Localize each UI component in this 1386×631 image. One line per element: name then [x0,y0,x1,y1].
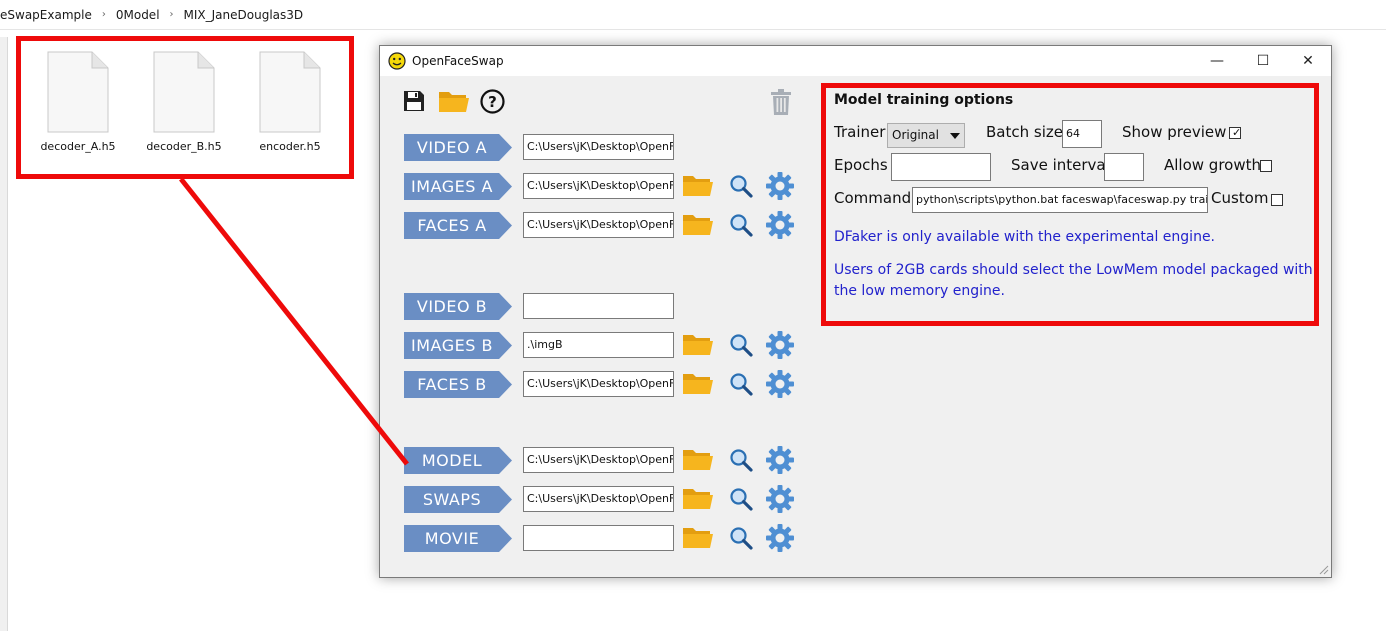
window-title: OpenFaceSwap [412,54,504,68]
search-icon[interactable] [729,174,753,202]
trash-icon[interactable] [769,88,793,116]
highlight-box-options [821,83,1319,326]
search-icon[interactable] [729,372,753,400]
breadcrumb-item[interactable]: eSwapExample [0,8,92,22]
label-model: MODEL [404,447,512,474]
label-movie: MOVIE [404,525,512,552]
folder-icon[interactable] [682,446,714,476]
help-icon[interactable]: ? [480,89,505,114]
path-input-video-b[interactable] [523,293,674,319]
open-folder-icon[interactable] [438,88,470,114]
gear-icon[interactable] [765,210,795,244]
path-input-images-a[interactable]: C:\Users\jK\Desktop\OpenF [523,173,674,199]
title-bar[interactable]: OpenFaceSwap — ☐ ✕ [380,46,1331,76]
minimize-button[interactable]: — [1194,46,1240,76]
breadcrumb-item[interactable]: 0Model [116,8,160,22]
chevron-right-icon: › [101,9,106,20]
maximize-button[interactable]: ☐ [1240,46,1286,76]
gear-icon[interactable] [765,445,795,479]
path-input-faces-a[interactable]: C:\Users\jK\Desktop\OpenF [523,212,674,238]
folder-icon[interactable] [682,485,714,515]
folder-icon[interactable] [682,370,714,400]
search-icon[interactable] [729,333,753,361]
folder-icon[interactable] [682,524,714,554]
path-input-images-b[interactable]: .\imgB [523,332,674,358]
navigation-pane-edge [0,37,8,631]
close-button[interactable]: ✕ [1285,46,1331,76]
gear-icon[interactable] [765,369,795,403]
resize-grip-icon[interactable] [1317,563,1329,575]
smiley-app-icon [388,52,406,70]
svg-text:?: ? [488,93,497,111]
label-video-b: VIDEO B [404,293,512,320]
search-icon[interactable] [729,487,753,515]
label-faces-b: FACES B [404,371,512,398]
path-input-movie[interactable] [523,525,674,551]
gear-icon[interactable] [765,523,795,557]
folder-icon[interactable] [682,331,714,361]
breadcrumb: eSwapExample › 0Model › MIX_JaneDouglas3… [0,0,1386,30]
chevron-right-icon: › [169,9,174,20]
gear-icon[interactable] [765,484,795,518]
path-input-swaps[interactable]: C:\Users\jK\Desktop\OpenF [523,486,674,512]
folder-icon[interactable] [682,172,714,202]
path-input-video-a[interactable]: C:\Users\jK\Desktop\OpenF [523,134,674,160]
path-input-model[interactable]: C:\Users\jK\Desktop\OpenF [523,447,674,473]
label-swaps: SWAPS [404,486,512,513]
gear-icon[interactable] [765,171,795,205]
search-icon[interactable] [729,526,753,554]
label-faces-a: FACES A [404,212,512,239]
label-images-b: IMAGES B [404,332,512,359]
save-icon[interactable] [403,90,425,112]
folder-icon[interactable] [682,211,714,241]
search-icon[interactable] [729,213,753,241]
label-video-a: VIDEO A [404,134,512,161]
search-icon[interactable] [729,448,753,476]
highlight-box-files [16,36,354,179]
label-images-a: IMAGES A [404,173,512,200]
breadcrumb-item[interactable]: MIX_JaneDouglas3D [184,8,304,22]
path-input-faces-b[interactable]: C:\Users\jK\Desktop\OpenF [523,371,674,397]
gear-icon[interactable] [765,330,795,364]
